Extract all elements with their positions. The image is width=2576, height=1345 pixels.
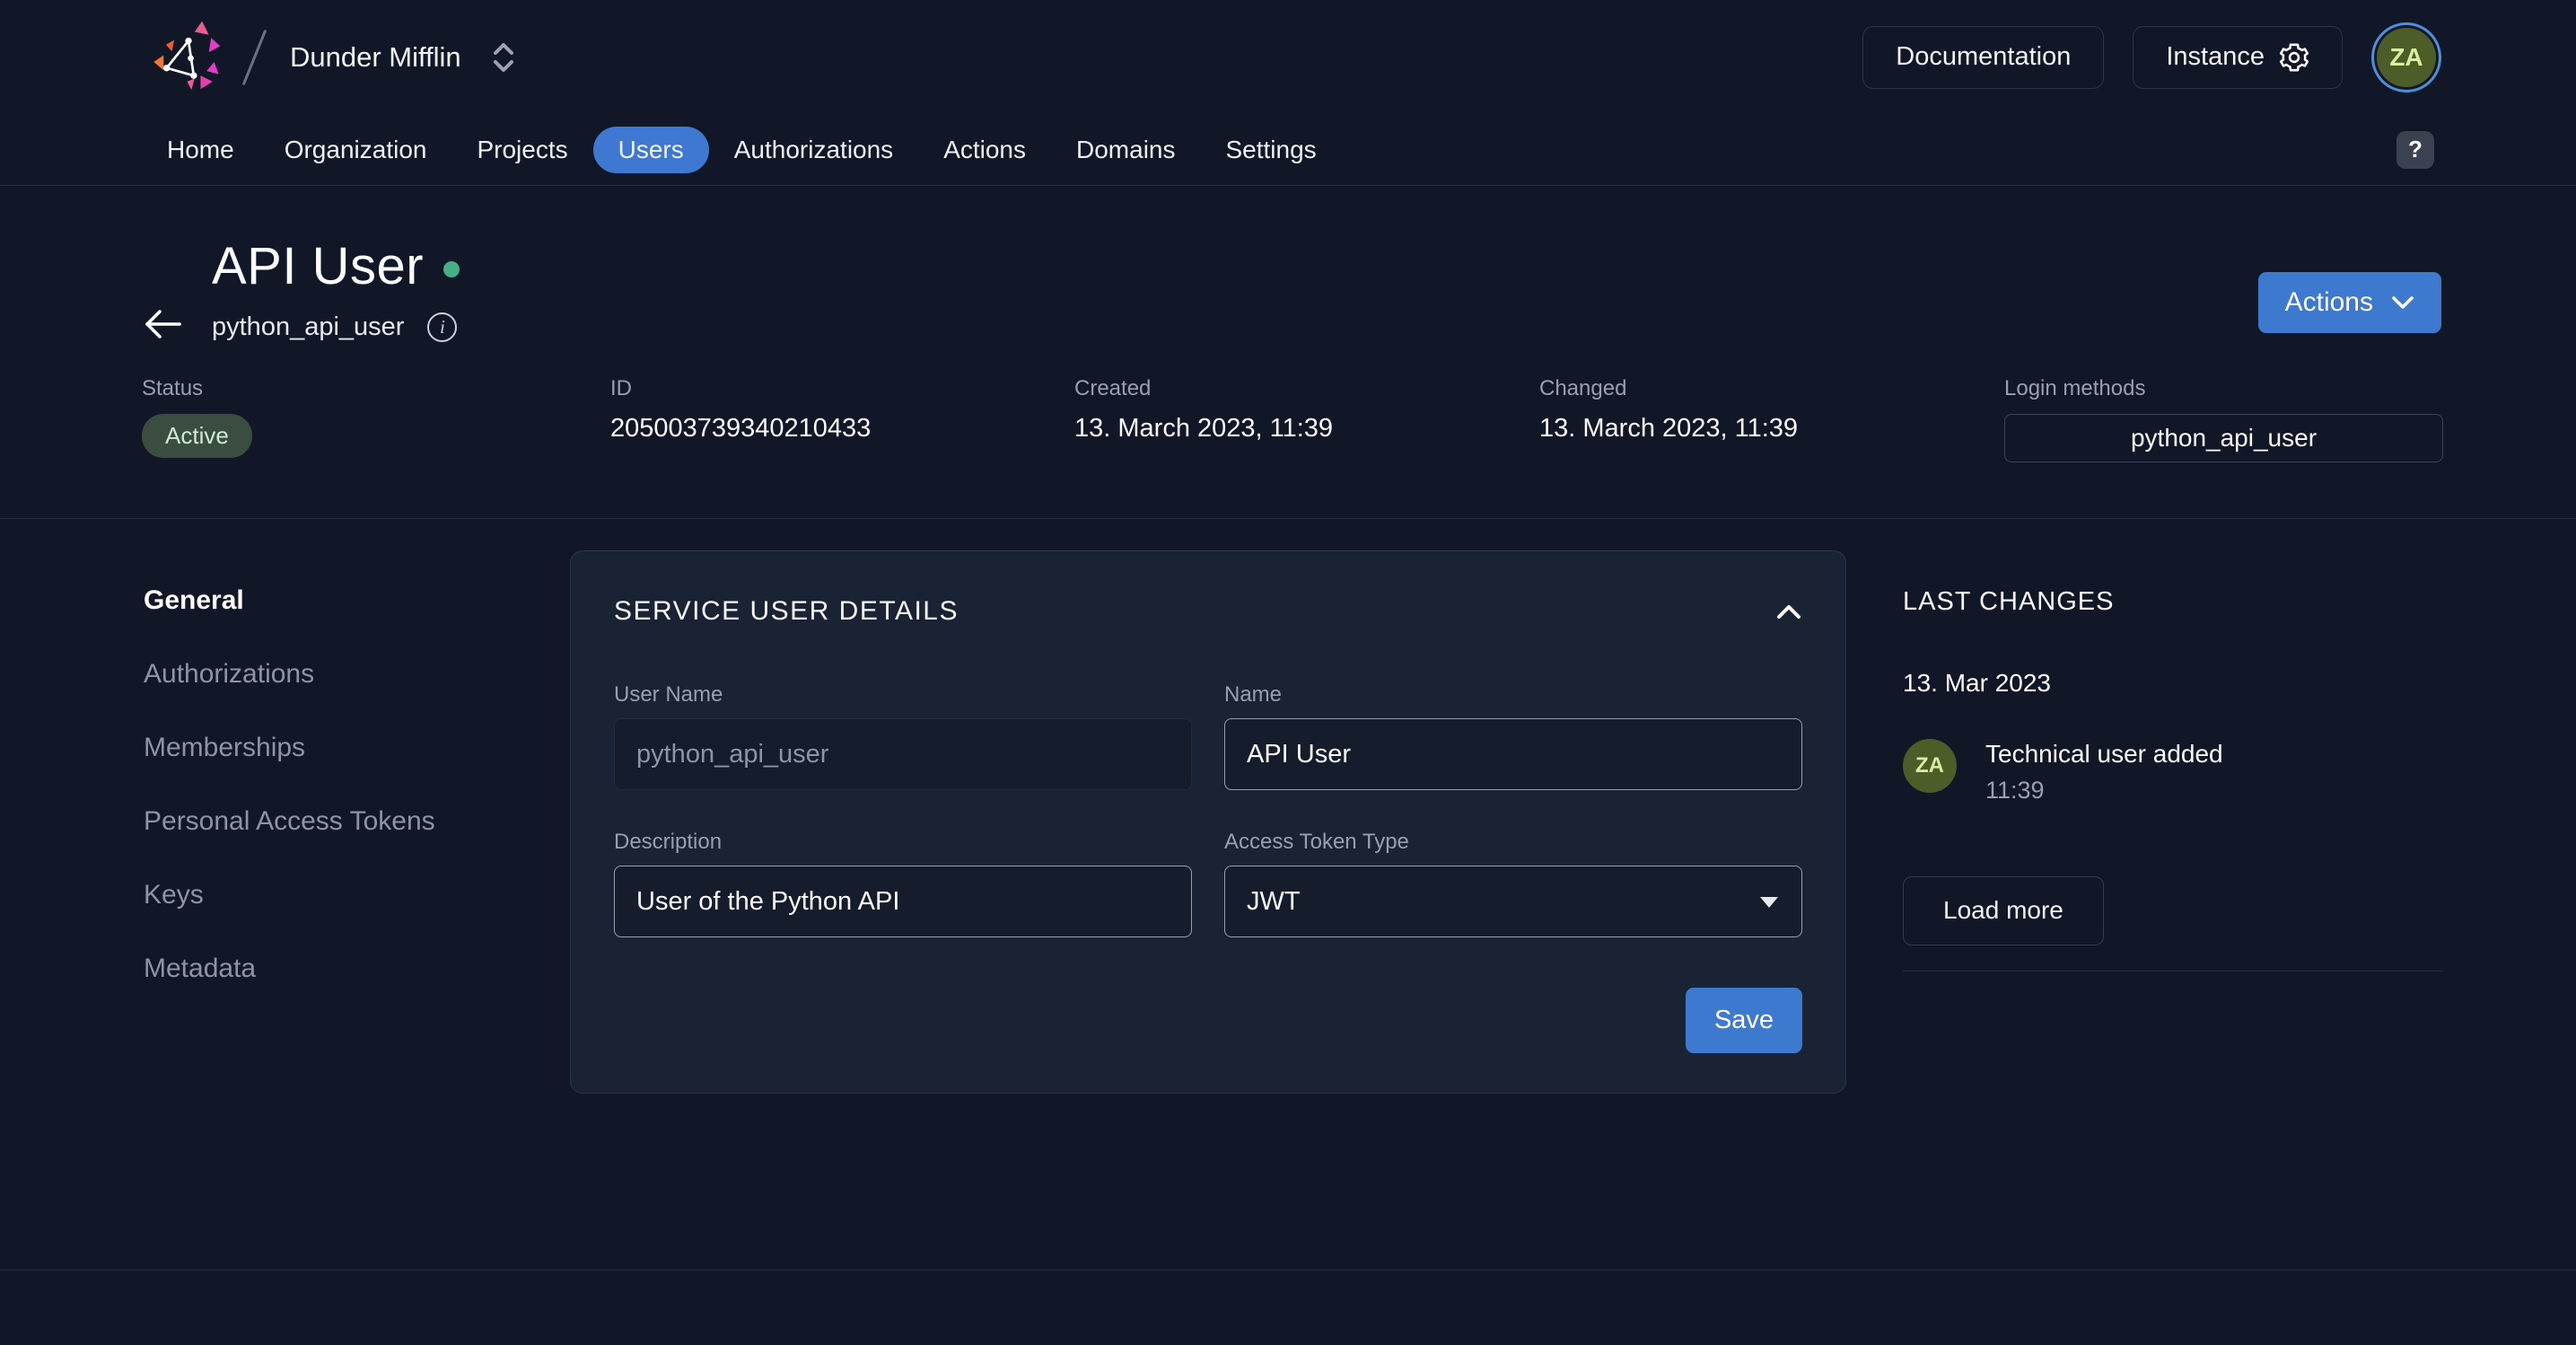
field-access-token-type: Access Token Type JWT bbox=[1224, 830, 1802, 937]
avatar-initials: ZA bbox=[2389, 43, 2423, 72]
sidebar-item-personal-access-tokens[interactable]: Personal Access Tokens bbox=[144, 785, 521, 858]
topbar: Dunder Mifflin Documentation Instance ZA bbox=[0, 0, 2576, 114]
active-state-dot bbox=[443, 261, 460, 277]
user-avatar[interactable]: ZA bbox=[2371, 22, 2441, 92]
created-label: Created bbox=[1074, 376, 1539, 401]
select-caret-icon bbox=[1760, 897, 1778, 908]
sidebar-item-memberships[interactable]: Memberships bbox=[144, 711, 521, 785]
zitadel-logo-icon[interactable] bbox=[151, 18, 226, 97]
documentation-label: Documentation bbox=[1896, 42, 2071, 72]
name-input[interactable] bbox=[1224, 718, 1802, 790]
breadcrumb-slash-divider bbox=[242, 29, 267, 84]
id-label: ID bbox=[610, 376, 1074, 401]
event-time: 11:39 bbox=[1985, 777, 2223, 804]
instance-label: Instance bbox=[2166, 42, 2265, 72]
access-token-type-value: JWT bbox=[1247, 887, 1301, 917]
sidebar-item-metadata[interactable]: Metadata bbox=[144, 932, 521, 1006]
gear-icon bbox=[2279, 42, 2309, 73]
chevron-up-icon bbox=[1775, 603, 1802, 620]
collapse-button[interactable] bbox=[1775, 603, 1802, 620]
nav-tab-projects[interactable]: Projects bbox=[451, 127, 592, 173]
meta-id: ID 205003739340210433 bbox=[610, 376, 1074, 462]
event-text: Technical user added bbox=[1985, 739, 2223, 769]
status-label: Status bbox=[142, 376, 610, 401]
meta-status: Status Active bbox=[142, 376, 610, 462]
info-icon[interactable]: i bbox=[427, 312, 457, 342]
user-name-input bbox=[614, 718, 1192, 790]
nav-tab-home[interactable]: Home bbox=[142, 127, 259, 173]
main-nav: Home Organization Projects Users Authori… bbox=[0, 114, 2576, 186]
event-avatar: ZA bbox=[1903, 739, 1957, 793]
description-label: Description bbox=[614, 830, 1192, 855]
arrow-left-icon bbox=[144, 309, 183, 339]
content: General Authorizations Memberships Perso… bbox=[0, 519, 2576, 1270]
page-header: API User python_api_user i Actions Statu… bbox=[0, 186, 2576, 519]
created-value: 13. March 2023, 11:39 bbox=[1074, 414, 1539, 444]
field-description: Description bbox=[614, 830, 1192, 937]
meta-changed: Changed 13. March 2023, 11:39 bbox=[1539, 376, 2004, 462]
sidebar-item-keys[interactable]: Keys bbox=[144, 858, 521, 932]
help-button[interactable]: ? bbox=[2396, 131, 2434, 169]
load-more-button[interactable]: Load more bbox=[1903, 876, 2104, 945]
org-switcher[interactable]: Dunder Mifflin bbox=[290, 40, 515, 75]
card-title: SERVICE USER DETAILS bbox=[614, 596, 959, 627]
name-label: Name bbox=[1224, 682, 1802, 708]
actions-dropdown-button[interactable]: Actions bbox=[2258, 272, 2441, 333]
page-subtitle: python_api_user bbox=[212, 312, 404, 342]
nav-tab-organization[interactable]: Organization bbox=[259, 127, 452, 173]
nav-tab-authorizations[interactable]: Authorizations bbox=[709, 127, 918, 173]
sidebar-item-general[interactable]: General bbox=[144, 564, 521, 637]
access-token-type-select[interactable]: JWT bbox=[1224, 866, 1802, 937]
nav-tab-actions[interactable]: Actions bbox=[918, 127, 1051, 173]
nav-tab-users[interactable]: Users bbox=[593, 127, 709, 173]
chevron-down-icon bbox=[2391, 295, 2414, 310]
changed-label: Changed bbox=[1539, 376, 2004, 401]
sidebar-item-authorizations[interactable]: Authorizations bbox=[144, 637, 521, 711]
login-methods-label: Login methods bbox=[2004, 376, 2443, 401]
meta-login-methods: Login methods python_api_user bbox=[2004, 376, 2443, 462]
nav-tab-domains[interactable]: Domains bbox=[1051, 127, 1200, 173]
org-name: Dunder Mifflin bbox=[290, 41, 461, 74]
save-button[interactable]: Save bbox=[1686, 988, 1802, 1053]
login-method-chip: python_api_user bbox=[2004, 414, 2443, 462]
user-name-label: User Name bbox=[614, 682, 1192, 708]
section-sidebar: General Authorizations Memberships Perso… bbox=[144, 519, 521, 1270]
actions-label: Actions bbox=[2285, 287, 2373, 318]
nav-tab-settings[interactable]: Settings bbox=[1201, 127, 1342, 173]
id-value: 205003739340210433 bbox=[610, 414, 1074, 444]
back-button[interactable] bbox=[135, 295, 192, 353]
instance-button[interactable]: Instance bbox=[2133, 26, 2343, 89]
field-user-name: User Name bbox=[614, 682, 1192, 790]
status-badge: Active bbox=[142, 414, 252, 458]
change-date: 13. Mar 2023 bbox=[1903, 669, 2443, 698]
meta-created: Created 13. March 2023, 11:39 bbox=[1074, 376, 1539, 462]
service-user-details-card: SERVICE USER DETAILS User Name Name Desc… bbox=[570, 550, 1846, 1094]
page-title: API User bbox=[212, 236, 424, 296]
description-input[interactable] bbox=[614, 866, 1192, 937]
last-changes-title: LAST CHANGES bbox=[1903, 587, 2443, 617]
last-changes-panel: LAST CHANGES 13. Mar 2023 ZA Technical u… bbox=[1903, 519, 2443, 1270]
documentation-button[interactable]: Documentation bbox=[1862, 26, 2104, 89]
unfold-icon bbox=[492, 40, 515, 75]
access-token-type-label: Access Token Type bbox=[1224, 830, 1802, 855]
change-event: ZA Technical user added 11:39 bbox=[1903, 739, 2443, 804]
changed-value: 13. March 2023, 11:39 bbox=[1539, 414, 2004, 444]
meta-row: Status Active ID 205003739340210433 Crea… bbox=[0, 376, 2576, 462]
field-name: Name bbox=[1224, 682, 1802, 790]
